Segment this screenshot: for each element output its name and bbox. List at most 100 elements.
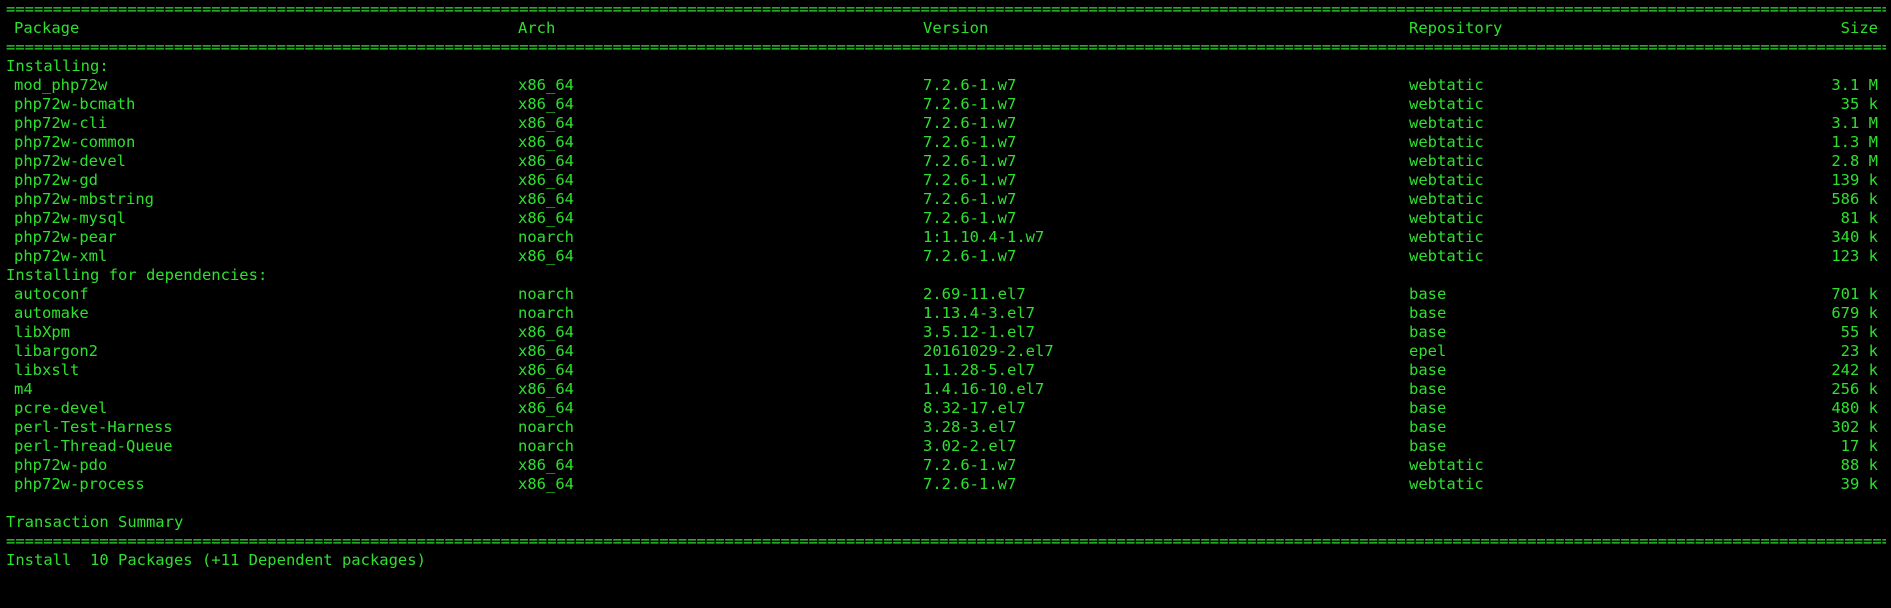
package-name: php72w-cli [14,114,108,132]
package-version: 1.4.16-10.el7 [923,380,1045,398]
package-version: 7.2.6-1.w7 [923,475,1017,493]
package-arch: x86_64 [518,171,574,189]
package-repository: epel [1409,342,1447,360]
package-version: 3.5.12-1.el7 [923,323,1035,341]
package-repository: webtatic [1409,114,1484,132]
package-name: php72w-mysql [14,209,126,227]
package-version: 1.1.28-5.el7 [923,361,1035,379]
package-name: php72w-process [14,475,145,493]
package-row: autoconf noarch 2.69-11.el7 base 701 k [6,285,1886,304]
package-row: php72w-bcmath x86_64 7.2.6-1.w7 webtatic 35 … [6,95,1886,114]
package-row: php72w-common x86_64 7.2.6-1.w7 webtatic 1.3… [6,133,1886,152]
package-row: perl-Thread-Queue noarch 3.02-2.el7 base 17 … [6,437,1886,456]
package-row: pcre-devel x86_64 8.32-17.el7 base 480 k [6,399,1886,418]
package-row: php72w-pdo x86_64 7.2.6-1.w7 webtatic 88 k [6,456,1886,475]
package-name: php72w-common [14,133,136,151]
section-title: Installing: [6,57,1886,76]
package-arch: x86_64 [518,95,574,113]
package-row: libargon2 x86_64 20161029-2.el7 epel 23 k [6,342,1886,361]
package-arch: x86_64 [518,114,574,132]
package-version: 7.2.6-1.w7 [923,171,1017,189]
package-row: libXpm x86_64 3.5.12-1.el7 base 55 k [6,323,1886,342]
package-repository: webtatic [1409,456,1484,474]
package-arch: noarch [518,437,574,455]
table-header: Package Arch Version Repository Size [6,19,1886,38]
package-size: 35 k [1840,95,1878,113]
package-repository: base [1409,304,1447,322]
header-version: Version [923,19,989,37]
package-size: 39 k [1840,475,1878,493]
package-repository: webtatic [1409,247,1484,265]
package-row: m4 x86_64 1.4.16-10.el7 base 256 k [6,380,1886,399]
package-arch: x86_64 [518,76,574,94]
package-arch: x86_64 [518,399,574,417]
separator-line [6,38,1886,57]
header-package: Package [14,19,80,37]
package-name: mod_php72w [14,76,108,94]
package-repository: base [1409,323,1447,341]
install-summary-text: Install 10 Packages (+11 Dependent packa… [6,551,426,569]
package-row: php72w-gd x86_64 7.2.6-1.w7 webtatic 139 k [6,171,1886,190]
package-arch: noarch [518,304,574,322]
package-version: 1:1.10.4-1.w7 [923,228,1045,246]
package-version: 20161029-2.el7 [923,342,1054,360]
package-repository: webtatic [1409,475,1484,493]
package-row: libxslt x86_64 1.1.28-5.el7 base 242 k [6,361,1886,380]
package-arch: x86_64 [518,456,574,474]
package-repository: webtatic [1409,133,1484,151]
package-arch: noarch [518,418,574,436]
package-size: 123 k [1831,247,1878,265]
section-title-text: Installing for dependencies: [6,266,268,284]
header-size: Size [1840,19,1878,37]
package-repository: base [1409,437,1447,455]
package-row: php72w-process x86_64 7.2.6-1.w7 webtatic 39… [6,475,1886,494]
package-repository: webtatic [1409,209,1484,227]
package-name: php72w-devel [14,152,126,170]
package-name: perl-Test-Harness [14,418,173,436]
package-version: 1.13.4-3.el7 [923,304,1035,322]
package-repository: base [1409,285,1447,303]
package-repository: webtatic [1409,95,1484,113]
package-repository: base [1409,399,1447,417]
package-arch: x86_64 [518,247,574,265]
package-row: php72w-mbstring x86_64 7.2.6-1.w7 webtatic 5… [6,190,1886,209]
package-version: 3.28-3.el7 [923,418,1017,436]
package-repository: webtatic [1409,190,1484,208]
package-size: 139 k [1831,171,1878,189]
package-size: 586 k [1831,190,1878,208]
package-name: php72w-mbstring [14,190,154,208]
package-arch: noarch [518,228,574,246]
install-summary-line: Install 10 Packages (+11 Dependent packa… [6,551,1886,570]
package-row: perl-Test-Harness noarch 3.28-3.el7 base 302… [6,418,1886,437]
package-arch: x86_64 [518,190,574,208]
package-size: 1.3 M [1831,133,1878,151]
package-size: 242 k [1831,361,1878,379]
section-title-text: Installing: [6,57,109,75]
package-size: 340 k [1831,228,1878,246]
package-repository: webtatic [1409,228,1484,246]
package-arch: x86_64 [518,342,574,360]
package-version: 7.2.6-1.w7 [923,152,1017,170]
package-arch: x86_64 [518,380,574,398]
package-name: pcre-devel [14,399,108,417]
package-arch: noarch [518,285,574,303]
package-size: 3.1 M [1831,114,1878,132]
package-version: 7.2.6-1.w7 [923,95,1017,113]
package-size: 701 k [1831,285,1878,303]
package-row: php72w-pear noarch 1:1.10.4-1.w7 webtatic 34… [6,228,1886,247]
package-repository: webtatic [1409,152,1484,170]
package-row: php72w-xml x86_64 7.2.6-1.w7 webtatic 123 k [6,247,1886,266]
package-name: php72w-pdo [14,456,108,474]
separator-line [6,0,1886,19]
package-row: php72w-mysql x86_64 7.2.6-1.w7 webtatic 81 k [6,209,1886,228]
package-name: php72w-xml [14,247,108,265]
package-size: 17 k [1840,437,1878,455]
package-name: libxslt [14,361,80,379]
package-version: 7.2.6-1.w7 [923,76,1017,94]
package-name: php72w-gd [14,171,98,189]
package-repository: webtatic [1409,76,1484,94]
header-arch: Arch [518,19,556,37]
package-row: php72w-cli x86_64 7.2.6-1.w7 webtatic 3.1 M [6,114,1886,133]
package-size: 88 k [1840,456,1878,474]
